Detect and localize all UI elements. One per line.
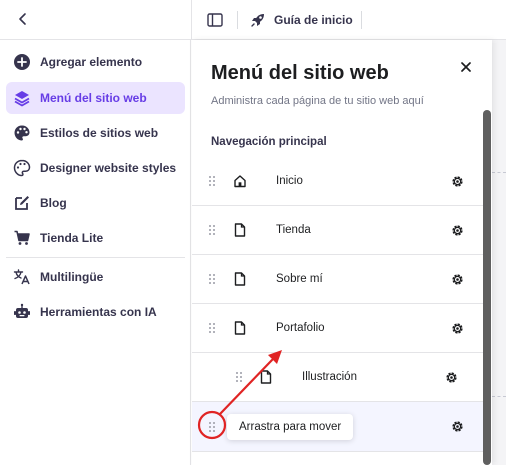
drag-handle-icon[interactable] [206, 174, 218, 188]
top-bar: Guía de inicio [0, 0, 506, 40]
sidebar-item-blog[interactable]: Blog [6, 187, 185, 219]
list-item-page[interactable]: Portafolio [192, 304, 484, 353]
sidebar-item-add-element[interactable]: Agregar elemento [6, 46, 185, 78]
layers-icon [12, 88, 32, 108]
sidebar-item-label: Herramientas con IA [40, 305, 157, 319]
drag-handle-icon[interactable] [206, 420, 218, 434]
gear-icon[interactable] [449, 419, 465, 435]
page-icon [232, 320, 248, 336]
palette-icon [12, 123, 32, 143]
sidebar-item-designer-styles[interactable]: Designer website styles [6, 152, 185, 184]
page-icon [258, 369, 274, 385]
sidebar-item-label: Menú del sitio web [40, 91, 147, 105]
gear-icon[interactable] [449, 271, 465, 287]
sidebar-item-website-styles[interactable]: Estilos de sitios web [6, 117, 185, 149]
close-icon [461, 62, 471, 72]
drag-handle-icon[interactable] [206, 321, 218, 335]
sidebar: Agregar elemento Menú del sitio web Esti… [0, 40, 191, 465]
close-button[interactable] [455, 56, 477, 78]
list-item-page[interactable]: Sobre mí [192, 255, 484, 304]
list-item-page[interactable]: Tienda [192, 206, 484, 255]
page-label: Tienda [276, 224, 311, 236]
toolbar-separator [237, 11, 238, 29]
canvas-guide-line [492, 396, 506, 397]
sidebar-item-label: Estilos de sitios web [40, 126, 159, 140]
gear-icon[interactable] [443, 369, 459, 385]
sidebar-item-label: Designer website styles [40, 161, 177, 175]
translate-icon [12, 267, 32, 287]
page-icon [232, 222, 248, 238]
guide-label: Guía de inicio [274, 13, 353, 27]
gear-icon[interactable] [449, 320, 465, 336]
guide-button[interactable]: Guía de inicio [250, 9, 353, 31]
sidebar-item-label: Agregar elemento [40, 55, 143, 69]
top-divider [191, 0, 192, 40]
sidebar-item-label: Tienda Lite [40, 231, 104, 245]
sidebar-item-multilingual[interactable]: Multilingüe [6, 261, 185, 293]
layout-icon [207, 13, 223, 27]
page-label: Sobre mí [276, 273, 323, 285]
page-label: Inicio [276, 175, 303, 187]
page-label: Portafolio [276, 322, 325, 334]
scrollbar[interactable] [483, 100, 491, 465]
back-button[interactable] [12, 8, 34, 30]
gear-icon[interactable] [449, 222, 465, 238]
drag-handle-icon[interactable] [233, 370, 245, 384]
list-item-subpage[interactable]: Illustración [192, 353, 484, 402]
drag-handle-icon[interactable] [206, 223, 218, 237]
sidebar-item-store[interactable]: Tienda Lite [6, 222, 185, 254]
rocket-icon [251, 14, 264, 27]
page-icon [232, 271, 248, 287]
sidebar-item-ai-tools[interactable]: Herramientas con IA [6, 296, 185, 328]
website-menu-panel: Menú del sitio web Administra cada págin… [192, 40, 492, 465]
palette-outline-icon [12, 158, 32, 178]
layout-toggle-button[interactable] [204, 9, 226, 31]
panel-title: Menú del sitio web [211, 62, 389, 84]
edit-icon [12, 193, 32, 213]
home-icon [232, 173, 248, 189]
sidebar-item-label: Blog [40, 196, 67, 210]
page-label: Illustración [302, 371, 357, 383]
section-title: Navegación principal [211, 136, 327, 148]
list-item-page[interactable]: Inicio [192, 157, 484, 206]
gear-icon[interactable] [449, 173, 465, 189]
chevron-left-icon [19, 13, 26, 25]
robot-icon [12, 302, 32, 322]
toolbar-separator [361, 11, 362, 29]
cart-icon [12, 228, 32, 248]
scrollbar-thumb[interactable] [483, 110, 491, 465]
plus-circle-icon [12, 52, 32, 72]
sidebar-item-website-menu[interactable]: Menú del sitio web [6, 82, 185, 114]
drag-tooltip: Arrastra para mover [227, 414, 354, 440]
canvas-edge [492, 40, 506, 465]
sidebar-item-label: Multilingüe [40, 270, 104, 284]
sidebar-divider [6, 257, 185, 258]
panel-subtitle: Administra cada página de tu sitio web a… [211, 95, 424, 107]
drag-handle-icon[interactable] [206, 272, 218, 286]
canvas-guide-line [492, 172, 506, 173]
